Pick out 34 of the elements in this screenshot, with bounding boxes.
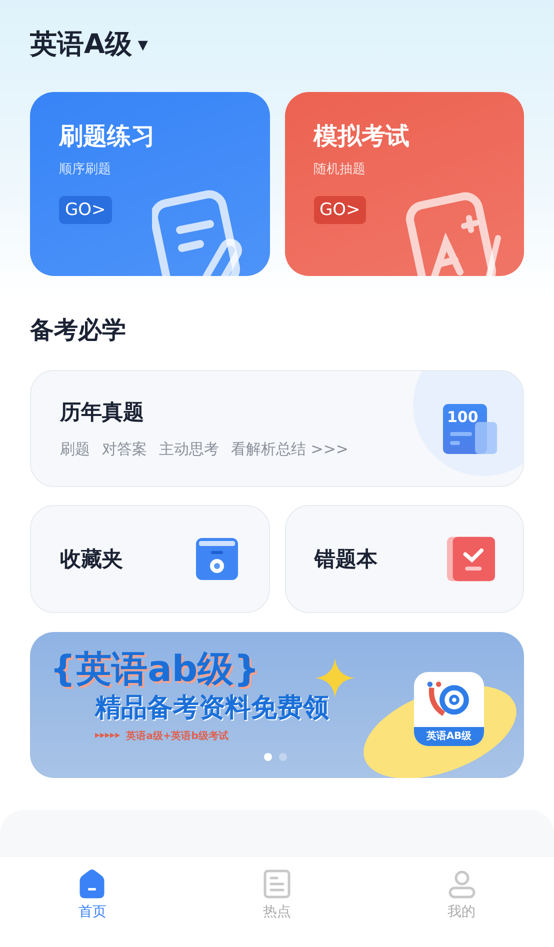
card-title: 模拟考试 [314, 121, 410, 152]
card-title: 历年真题 [60, 399, 145, 426]
step-label: 对答案 [102, 440, 147, 459]
card-title: 收藏夹 [60, 546, 123, 573]
banner-subline: 精品备考资料免费领 [95, 692, 329, 725]
logo-label: 英语AB级 [414, 727, 484, 746]
caret-icon[interactable]: ▾ [138, 32, 148, 56]
section-title: 备考必学 [28, 315, 127, 344]
tool-card[interactable]: 收藏夹 [30, 505, 270, 613]
banner-tagline: 英语a级+英语b级考试 [126, 730, 228, 743]
go-button[interactable]: GO> [314, 196, 366, 224]
tab[interactable]: 首页 [0, 857, 185, 947]
card-title: 刷题练习 [59, 121, 155, 152]
checked-book-icon [447, 536, 495, 582]
card-subtitle: 随机抽题 [314, 161, 366, 178]
home-icon [77, 869, 108, 899]
arrow-marks: ▸▸▸▸▸ [95, 730, 120, 742]
document-icon [262, 869, 292, 899]
course-title[interactable]: 英语A级 [30, 26, 132, 62]
promo-banner[interactable]: {英语ab级} 精品备考资料免费领 ▸▸▸▸▸ 英语a级+英语b级考试 英语AB级 [30, 632, 524, 778]
go-button[interactable]: GO> [59, 196, 112, 224]
user-icon [446, 869, 477, 899]
past-papers-card[interactable]: 历年真题 刷题 对答案 主动思考 看解析总结 >>> 100 [30, 370, 524, 487]
practice-card[interactable]: 模拟考试 随机抽题 GO> [284, 92, 524, 276]
practice-card[interactable]: 刷题练习 顺序刷题 GO> [30, 92, 270, 276]
step-label: 刷题 [60, 440, 90, 459]
card-title: 错题本 [314, 546, 378, 573]
step-label: 看解析总结 >>> [231, 440, 348, 459]
carousel-dot[interactable] [264, 753, 272, 761]
banner-headline: {英语ab级} [50, 650, 260, 690]
tool-card[interactable]: 错题本 [284, 505, 524, 613]
card-subtitle: 顺序刷题 [59, 161, 111, 178]
carousel-dot[interactable] [279, 753, 287, 761]
step-label: 主动思考 [159, 440, 219, 459]
